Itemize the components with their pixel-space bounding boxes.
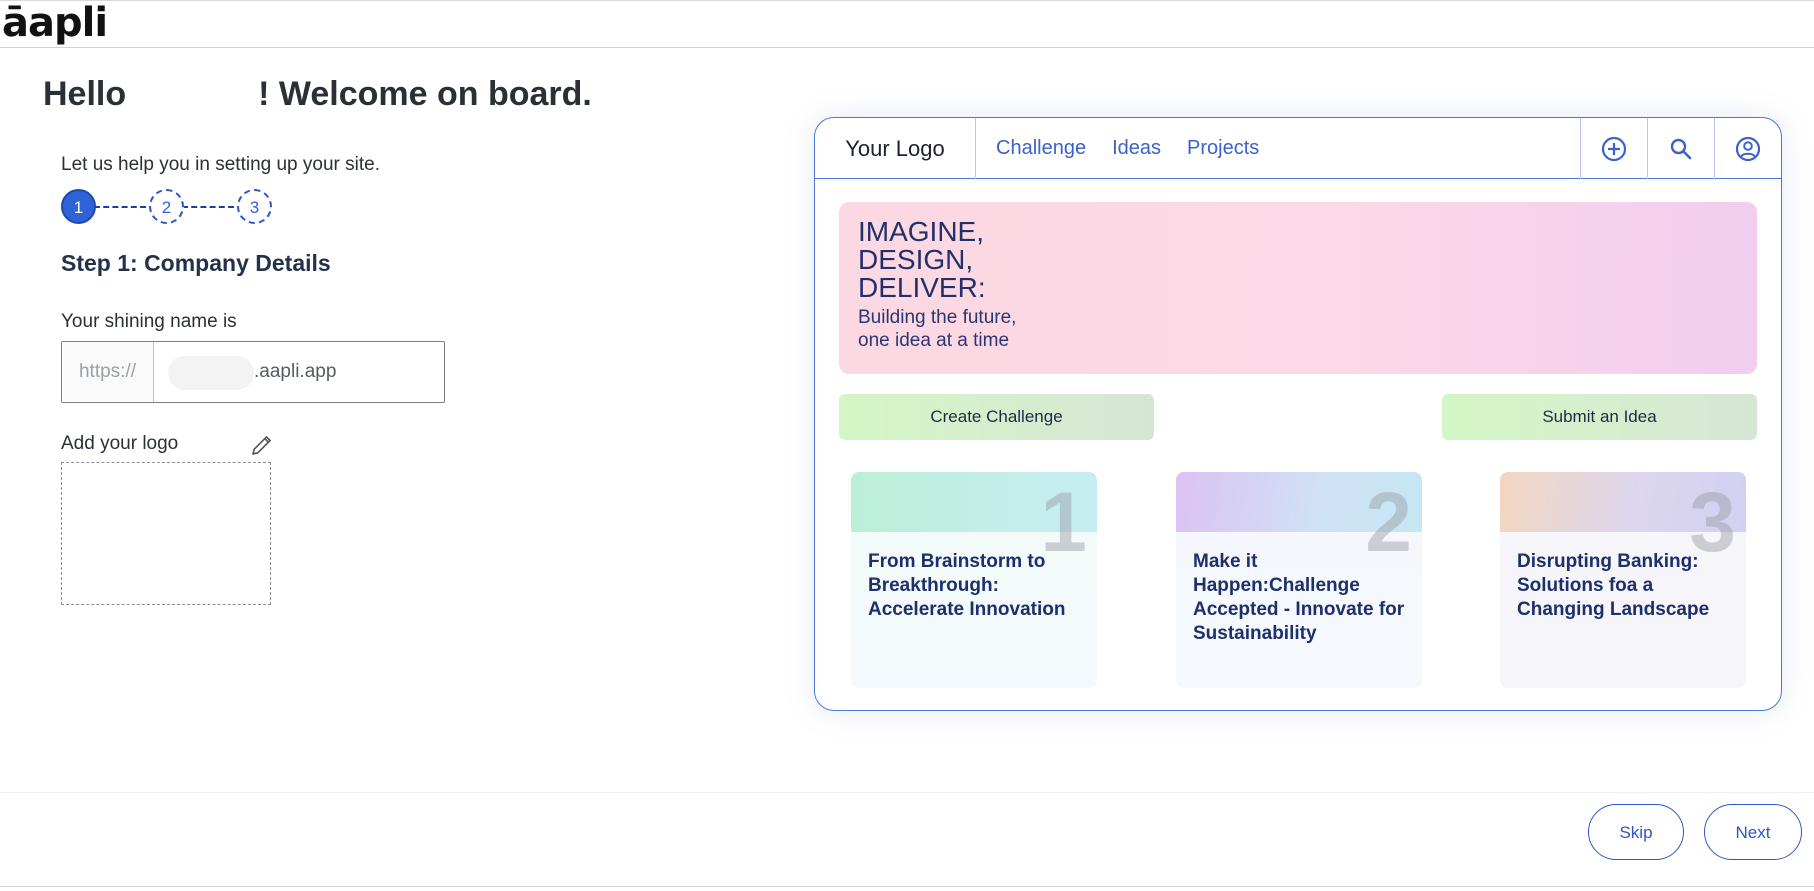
preview-nav-links: Challenge Ideas Projects — [996, 118, 1259, 179]
footer-actions: Skip Next — [0, 792, 1814, 887]
greeting-prefix: Hello — [43, 75, 127, 113]
site-name-label: Your shining name is — [61, 311, 237, 332]
site-preview: Your Logo Challenge Ideas Projects IMAGI… — [814, 117, 1782, 711]
stepper-connector — [94, 206, 146, 208]
challenge-card[interactable]: 2 Make it Happen:Challenge Accepted - In… — [1176, 472, 1422, 688]
stepper-connector — [182, 206, 234, 208]
challenge-card[interactable]: 1 From Brainstorm to Breakthrough: Accel… — [851, 472, 1097, 688]
redacted-subdomain — [168, 356, 254, 390]
nav-link-challenge[interactable]: Challenge — [996, 118, 1086, 179]
top-bar: āapli — [0, 0, 1814, 48]
step-3-indicator[interactable]: 3 — [237, 189, 272, 224]
challenge-card[interactable]: 3 Disrupting Banking: Solutions foa a Ch… — [1500, 472, 1746, 688]
progress-stepper: 1 2 3 — [61, 189, 291, 225]
subdomain-input[interactable] — [154, 342, 254, 402]
card-title: From Brainstorm to Breakthrough: Acceler… — [868, 551, 1066, 620]
add-circle-icon[interactable] — [1580, 118, 1647, 179]
preview-navbar: Your Logo Challenge Ideas Projects — [815, 118, 1781, 179]
logo-upload-area[interactable] — [61, 462, 271, 605]
skip-button[interactable]: Skip — [1588, 804, 1684, 860]
nav-link-ideas[interactable]: Ideas — [1112, 118, 1161, 179]
next-button[interactable]: Next — [1704, 804, 1802, 860]
submit-idea-button[interactable]: Submit an Idea — [1442, 394, 1757, 440]
logo-upload-label: Add your logo — [61, 433, 179, 454]
url-suffix: .aapli.app — [254, 361, 337, 382]
hero-banner: IMAGINE, DESIGN, DELIVER: Building the f… — [839, 202, 1757, 374]
search-icon[interactable] — [1647, 118, 1714, 179]
hero-title: IMAGINE, DESIGN, DELIVER: — [858, 216, 986, 303]
user-account-icon[interactable] — [1714, 118, 1781, 179]
greeting-heading: Hello ! Welcome on board. — [43, 74, 592, 114]
preview-nav-icons — [1580, 118, 1781, 179]
step-2-indicator[interactable]: 2 — [149, 189, 184, 224]
setup-subtitle: Let us help you in setting up your site. — [61, 154, 380, 175]
card-title: Make it Happen:Challenge Accepted - Inno… — [1193, 551, 1405, 644]
create-challenge-button[interactable]: Create Challenge — [839, 394, 1154, 440]
greeting-suffix: ! Welcome on board. — [258, 75, 592, 113]
pencil-icon[interactable] — [250, 433, 274, 457]
url-prefix: https:// — [62, 342, 154, 402]
step-title: Step 1: Company Details — [61, 250, 331, 276]
brand-logo[interactable]: āapli — [2, 1, 108, 45]
hero-subtitle: Building the future, one idea at a time — [858, 307, 1017, 351]
card-title: Disrupting Banking: Solutions foa a Chan… — [1517, 551, 1710, 620]
nav-link-projects[interactable]: Projects — [1187, 118, 1259, 179]
site-url-field: https:// .aapli.app — [61, 341, 445, 403]
preview-logo[interactable]: Your Logo — [815, 118, 976, 179]
step-1-indicator[interactable]: 1 — [61, 189, 96, 224]
